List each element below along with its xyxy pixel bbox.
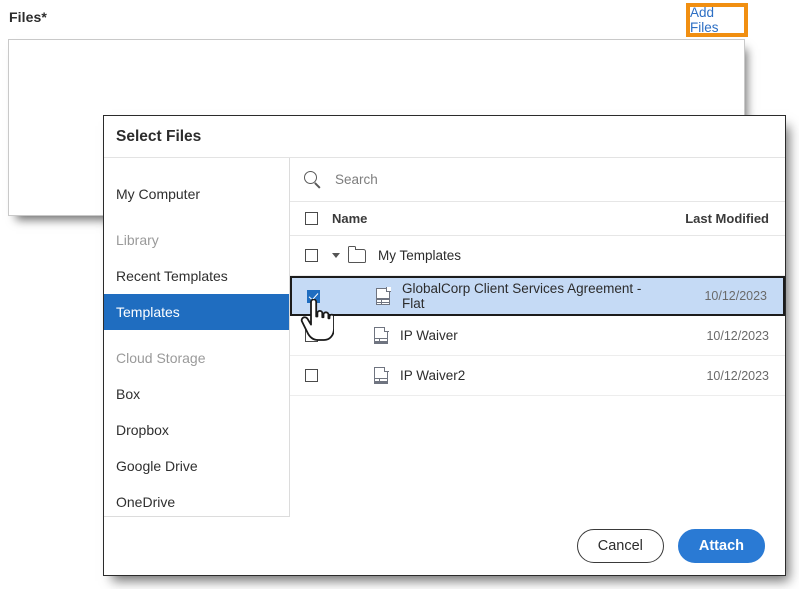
column-header-name[interactable]: Name — [332, 211, 665, 226]
sidebar-item-label: Dropbox — [116, 422, 169, 438]
folder-icon — [347, 245, 366, 263]
chevron-down-icon[interactable] — [332, 253, 340, 258]
sidebar-item-label: Templates — [116, 304, 180, 320]
sidebar-divider — [104, 516, 289, 517]
add-files-button[interactable]: Add Files — [690, 5, 744, 35]
row-checkbox[interactable] — [306, 289, 320, 303]
row-last-modified: 10/12/2023 — [706, 328, 769, 343]
row-name-cell[interactable]: GlobalCorp Client Services Agreement - F… — [334, 281, 663, 311]
row-name-cell[interactable]: IP Waiver2 — [332, 366, 665, 384]
files-field-label: Files* — [9, 9, 47, 25]
required-asterisk: * — [41, 9, 47, 25]
row-checkbox-cell[interactable] — [290, 249, 332, 262]
sidebar-group-label: Library — [116, 232, 159, 248]
row-checkbox-cell[interactable] — [290, 369, 332, 382]
row-name-cell[interactable]: IP Waiver — [332, 326, 665, 344]
select-files-dialog: Select Files My Computer Library Recent … — [103, 115, 786, 576]
table-row[interactable]: IP Waiver2 10/12/2023 — [290, 356, 785, 396]
sidebar-item-onedrive[interactable]: OneDrive — [104, 484, 289, 520]
search-row — [290, 158, 785, 202]
row-checkbox-cell[interactable] — [290, 329, 332, 342]
row-last-modified: 10/12/2023 — [706, 368, 769, 383]
row-last-modified: 10/12/2023 — [704, 289, 767, 303]
document-icon — [374, 326, 389, 344]
dialog-footer: Cancel Attach — [104, 517, 785, 575]
search-icon — [304, 170, 322, 189]
sidebar-item-dropbox[interactable]: Dropbox — [104, 412, 289, 448]
dialog-sidebar: My Computer Library Recent Templates Tem… — [104, 158, 290, 517]
table-row[interactable]: IP Waiver 10/12/2023 — [290, 316, 785, 356]
row-name-label: IP Waiver2 — [400, 368, 466, 383]
row-name-label: My Templates — [378, 248, 462, 263]
sidebar-item-label: My Computer — [116, 186, 201, 202]
table-row[interactable]: GlobalCorp Client Services Agreement - F… — [290, 276, 785, 316]
file-browser-panel: Name Last Modified My Templates — [290, 158, 785, 517]
select-all-checkbox[interactable] — [304, 212, 318, 225]
sidebar-item-templates[interactable]: Templates — [104, 294, 289, 330]
sidebar-item-label: Box — [116, 386, 141, 402]
row-checkbox[interactable] — [304, 329, 318, 342]
sidebar-item-google-drive[interactable]: Google Drive — [104, 448, 289, 484]
row-checkbox[interactable] — [304, 369, 318, 382]
dialog-title: Select Files — [116, 127, 202, 145]
attach-button[interactable]: Attach — [677, 529, 765, 563]
add-files-highlight-box: Add Files — [686, 3, 748, 37]
row-name-cell[interactable]: My Templates — [332, 245, 665, 263]
select-all-cell[interactable] — [290, 212, 332, 225]
dialog-titlebar: Select Files — [104, 116, 785, 158]
row-name-label: IP Waiver — [400, 328, 458, 343]
sidebar-item-label: Recent Templates — [116, 268, 228, 284]
sidebar-item-box[interactable]: Box — [104, 376, 289, 412]
sidebar-item-recent-templates[interactable]: Recent Templates — [104, 258, 289, 294]
sidebar-item-my-computer[interactable]: My Computer — [104, 176, 289, 212]
cancel-button[interactable]: Cancel — [576, 529, 664, 563]
sidebar-item-label: Google Drive — [116, 458, 198, 474]
file-rows-area: My Templates GlobalCorp Client Services … — [290, 236, 785, 517]
row-checkbox-cell[interactable] — [292, 289, 334, 303]
sidebar-group-cloud-storage: Cloud Storage — [104, 340, 289, 376]
search-input[interactable] — [335, 172, 785, 187]
row-name-label: GlobalCorp Client Services Agreement - F… — [402, 281, 642, 311]
document-icon — [376, 287, 391, 305]
sidebar-group-library: Library — [104, 222, 289, 258]
file-table-header: Name Last Modified — [290, 202, 785, 236]
sidebar-group-label: Cloud Storage — [116, 350, 206, 366]
document-icon — [374, 366, 389, 384]
table-row[interactable]: My Templates — [290, 236, 785, 276]
files-label-text: Files — [9, 9, 42, 25]
row-checkbox[interactable] — [304, 249, 318, 262]
sidebar-item-label: OneDrive — [116, 494, 176, 510]
dialog-body: My Computer Library Recent Templates Tem… — [104, 158, 785, 517]
column-header-last-modified[interactable]: Last Modified — [665, 211, 785, 226]
